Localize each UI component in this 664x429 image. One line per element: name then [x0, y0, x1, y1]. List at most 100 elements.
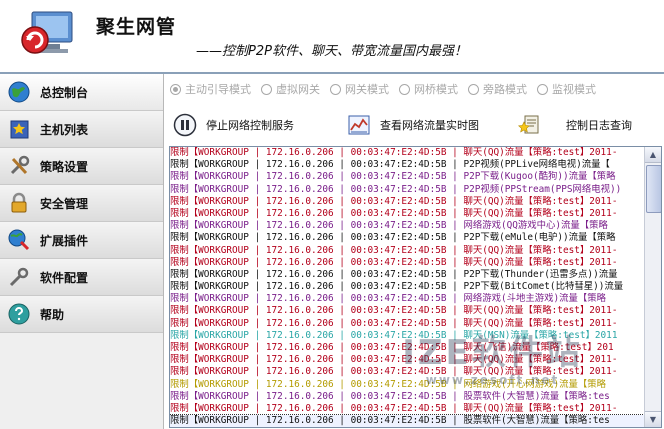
- mode-option-gateway[interactable]: 网关模式: [330, 81, 389, 97]
- log-mac: 00:03:47:E2:4D:5B: [350, 402, 447, 414]
- log-description: P2P视频(PPStream(PPS网络电视)): [463, 183, 622, 195]
- radio-button[interactable]: [537, 83, 548, 95]
- log-row[interactable]: 限制【WORKGROUP | 172.16.0.206 | 00:03:47:E…: [170, 208, 644, 220]
- log-description: P2P视频(PPLive网络电视)流量【: [463, 159, 610, 171]
- log-mac: 00:03:47:E2:4D:5B: [350, 207, 447, 219]
- sidebar-item-security[interactable]: 安全管理: [0, 185, 163, 222]
- app-header: 聚生网管 ——控制P2P软件、聊天、带宽流量国内最强！: [0, 0, 664, 74]
- log-separator: |: [333, 183, 351, 195]
- log-row[interactable]: 限制【WORKGROUP | 172.16.0.206 | 00:03:47:E…: [170, 196, 644, 208]
- sidebar-item-label: 策略设置: [40, 159, 89, 174]
- log-separator: |: [333, 256, 351, 268]
- mode-option-active-guide[interactable]: 主动引导模式: [170, 81, 251, 97]
- scroll-up-icon[interactable]: ▲: [645, 147, 661, 163]
- mode-label: 旁路模式: [483, 83, 527, 96]
- sidebar-item-plugins[interactable]: 扩展插件: [0, 222, 163, 259]
- log-row[interactable]: 限制【WORKGROUP | 172.16.0.206 | 00:03:47:E…: [170, 257, 644, 269]
- scroll-down-icon[interactable]: ▼: [645, 411, 661, 427]
- view-traffic-button[interactable]: 查看网络流量实时图: [346, 108, 479, 142]
- log-separator: |: [248, 317, 266, 329]
- log-row[interactable]: 限制【WORKGROUP | 172.16.0.206 | 00:03:47:E…: [170, 414, 645, 427]
- view-traffic-label: 查看网络流量实时图: [380, 119, 479, 132]
- log-separator: |: [248, 354, 266, 366]
- log-ip: 172.16.0.206: [265, 244, 334, 256]
- log-row[interactable]: 限制【WORKGROUP | 172.16.0.206 | 00:03:47:E…: [170, 159, 644, 171]
- mode-label: 网桥模式: [414, 83, 458, 96]
- log-description: P2P下载(BitComet(比特彗星))流量: [463, 281, 624, 293]
- sidebar-item-hosts[interactable]: 主机列表: [0, 111, 163, 148]
- app-title: 聚生网管: [96, 16, 177, 38]
- log-separator: |: [446, 159, 464, 171]
- radio-button[interactable]: [170, 83, 181, 95]
- radio-button[interactable]: [399, 83, 410, 95]
- log-row[interactable]: 限制【WORKGROUP | 172.16.0.206 | 00:03:47:E…: [170, 403, 644, 415]
- log-ip: 172.16.0.206: [265, 171, 334, 183]
- log-row[interactable]: 限制【WORKGROUP | 172.16.0.206 | 00:03:47:E…: [170, 245, 644, 257]
- log-separator: |: [333, 171, 351, 183]
- log-action: 限制: [170, 220, 189, 232]
- log-separator: |: [333, 244, 351, 256]
- log-row[interactable]: 限制【WORKGROUP | 172.16.0.206 | 00:03:47:E…: [170, 281, 644, 293]
- sidebar-item-label: 总控制台: [40, 85, 89, 100]
- log-description: 网络游戏(斗地主游戏)流量【策略: [463, 293, 606, 305]
- log-workgroup: 【WORKGROUP: [188, 159, 249, 171]
- log-row[interactable]: 限制【WORKGROUP | 172.16.0.206 | 00:03:47:E…: [170, 147, 644, 159]
- log-row[interactable]: 限制【WORKGROUP | 172.16.0.206 | 00:03:47:E…: [170, 220, 644, 232]
- log-workgroup: 【WORKGROUP: [188, 366, 249, 378]
- log-row[interactable]: 限制【WORKGROUP | 172.16.0.206 | 00:03:47:E…: [170, 318, 644, 330]
- sidebar-item-label: 主机列表: [40, 122, 89, 137]
- vertical-scrollbar[interactable]: ▲ ▼: [644, 147, 661, 427]
- log-separator: |: [333, 366, 351, 378]
- log-separator: |: [446, 305, 464, 317]
- log-separator: |: [333, 305, 351, 317]
- stop-service-button[interactable]: 停止网络控制服务: [172, 108, 294, 142]
- log-action: 限制: [170, 390, 189, 402]
- log-row[interactable]: 限制【WORKGROUP | 172.16.0.206 | 00:03:47:E…: [170, 232, 644, 244]
- sidebar-item-help[interactable]: 帮助: [0, 296, 163, 333]
- scroll-thumb[interactable]: [646, 165, 661, 213]
- log-mac: 00:03:47:E2:4D:5B: [350, 147, 447, 158]
- log-separator: |: [248, 342, 266, 353]
- log-workgroup: 【WORKGROUP: [188, 305, 249, 317]
- radio-button[interactable]: [330, 83, 341, 95]
- log-description: 股票软件(大智慧)流量【策略:tes: [463, 415, 610, 427]
- log-row[interactable]: 限制【WORKGROUP | 172.16.0.206 | 00:03:47:E…: [170, 184, 644, 196]
- log-ip: 172.16.0.206: [265, 305, 334, 317]
- log-query-button[interactable]: 控制日志查询: [516, 108, 632, 142]
- stop-service-label: 停止网络控制服务: [206, 119, 294, 132]
- mode-option-virtual-gateway[interactable]: 虚拟网关: [261, 81, 320, 97]
- log-separator: |: [248, 378, 266, 390]
- log-row[interactable]: 限制【WORKGROUP | 172.16.0.206 | 00:03:47:E…: [170, 171, 644, 183]
- sidebar-item-console[interactable]: 总控制台: [0, 74, 163, 111]
- log-ip: 172.16.0.206: [265, 366, 334, 378]
- log-separator: |: [248, 329, 266, 341]
- log-ip: 172.16.0.206: [265, 195, 334, 207]
- mode-option-bypass[interactable]: 旁路模式: [468, 81, 527, 97]
- log-separator: |: [333, 195, 351, 207]
- log-separator: |: [446, 171, 464, 183]
- log-action: 限制: [170, 402, 189, 414]
- log-row[interactable]: 限制【WORKGROUP | 172.16.0.206 | 00:03:47:E…: [170, 305, 644, 317]
- mode-option-monitor[interactable]: 监视模式: [537, 81, 596, 97]
- log-separator: |: [333, 329, 351, 341]
- control-log-list[interactable]: 限制【WORKGROUP | 172.16.0.206 | 00:03:47:E…: [169, 146, 662, 428]
- log-workgroup: 【WORKGROUP: [188, 232, 249, 244]
- log-separator: |: [248, 207, 266, 219]
- log-mac: 00:03:47:E2:4D:5B: [350, 171, 447, 183]
- star-log-icon: [516, 112, 542, 138]
- log-separator: |: [248, 281, 266, 293]
- log-row[interactable]: 限制【WORKGROUP | 172.16.0.206 | 00:03:47:E…: [170, 293, 644, 305]
- log-separator: |: [248, 256, 266, 268]
- mode-option-bridge[interactable]: 网桥模式: [399, 81, 458, 97]
- log-ip: 172.16.0.206: [265, 281, 334, 293]
- radio-button[interactable]: [261, 83, 272, 95]
- log-separator: |: [248, 402, 266, 414]
- log-action: 限制: [170, 159, 189, 171]
- radio-button[interactable]: [468, 83, 479, 95]
- log-row[interactable]: 限制【WORKGROUP | 172.16.0.206 | 00:03:47:E…: [170, 269, 644, 281]
- log-action: 限制: [170, 342, 189, 353]
- sidebar-item-policy[interactable]: 策略设置: [0, 148, 163, 185]
- log-description: P2P下载(Thunder(迅雷多点))流量: [463, 268, 618, 280]
- sidebar-item-config[interactable]: 软件配置: [0, 259, 163, 296]
- mode-label: 网关模式: [345, 83, 389, 96]
